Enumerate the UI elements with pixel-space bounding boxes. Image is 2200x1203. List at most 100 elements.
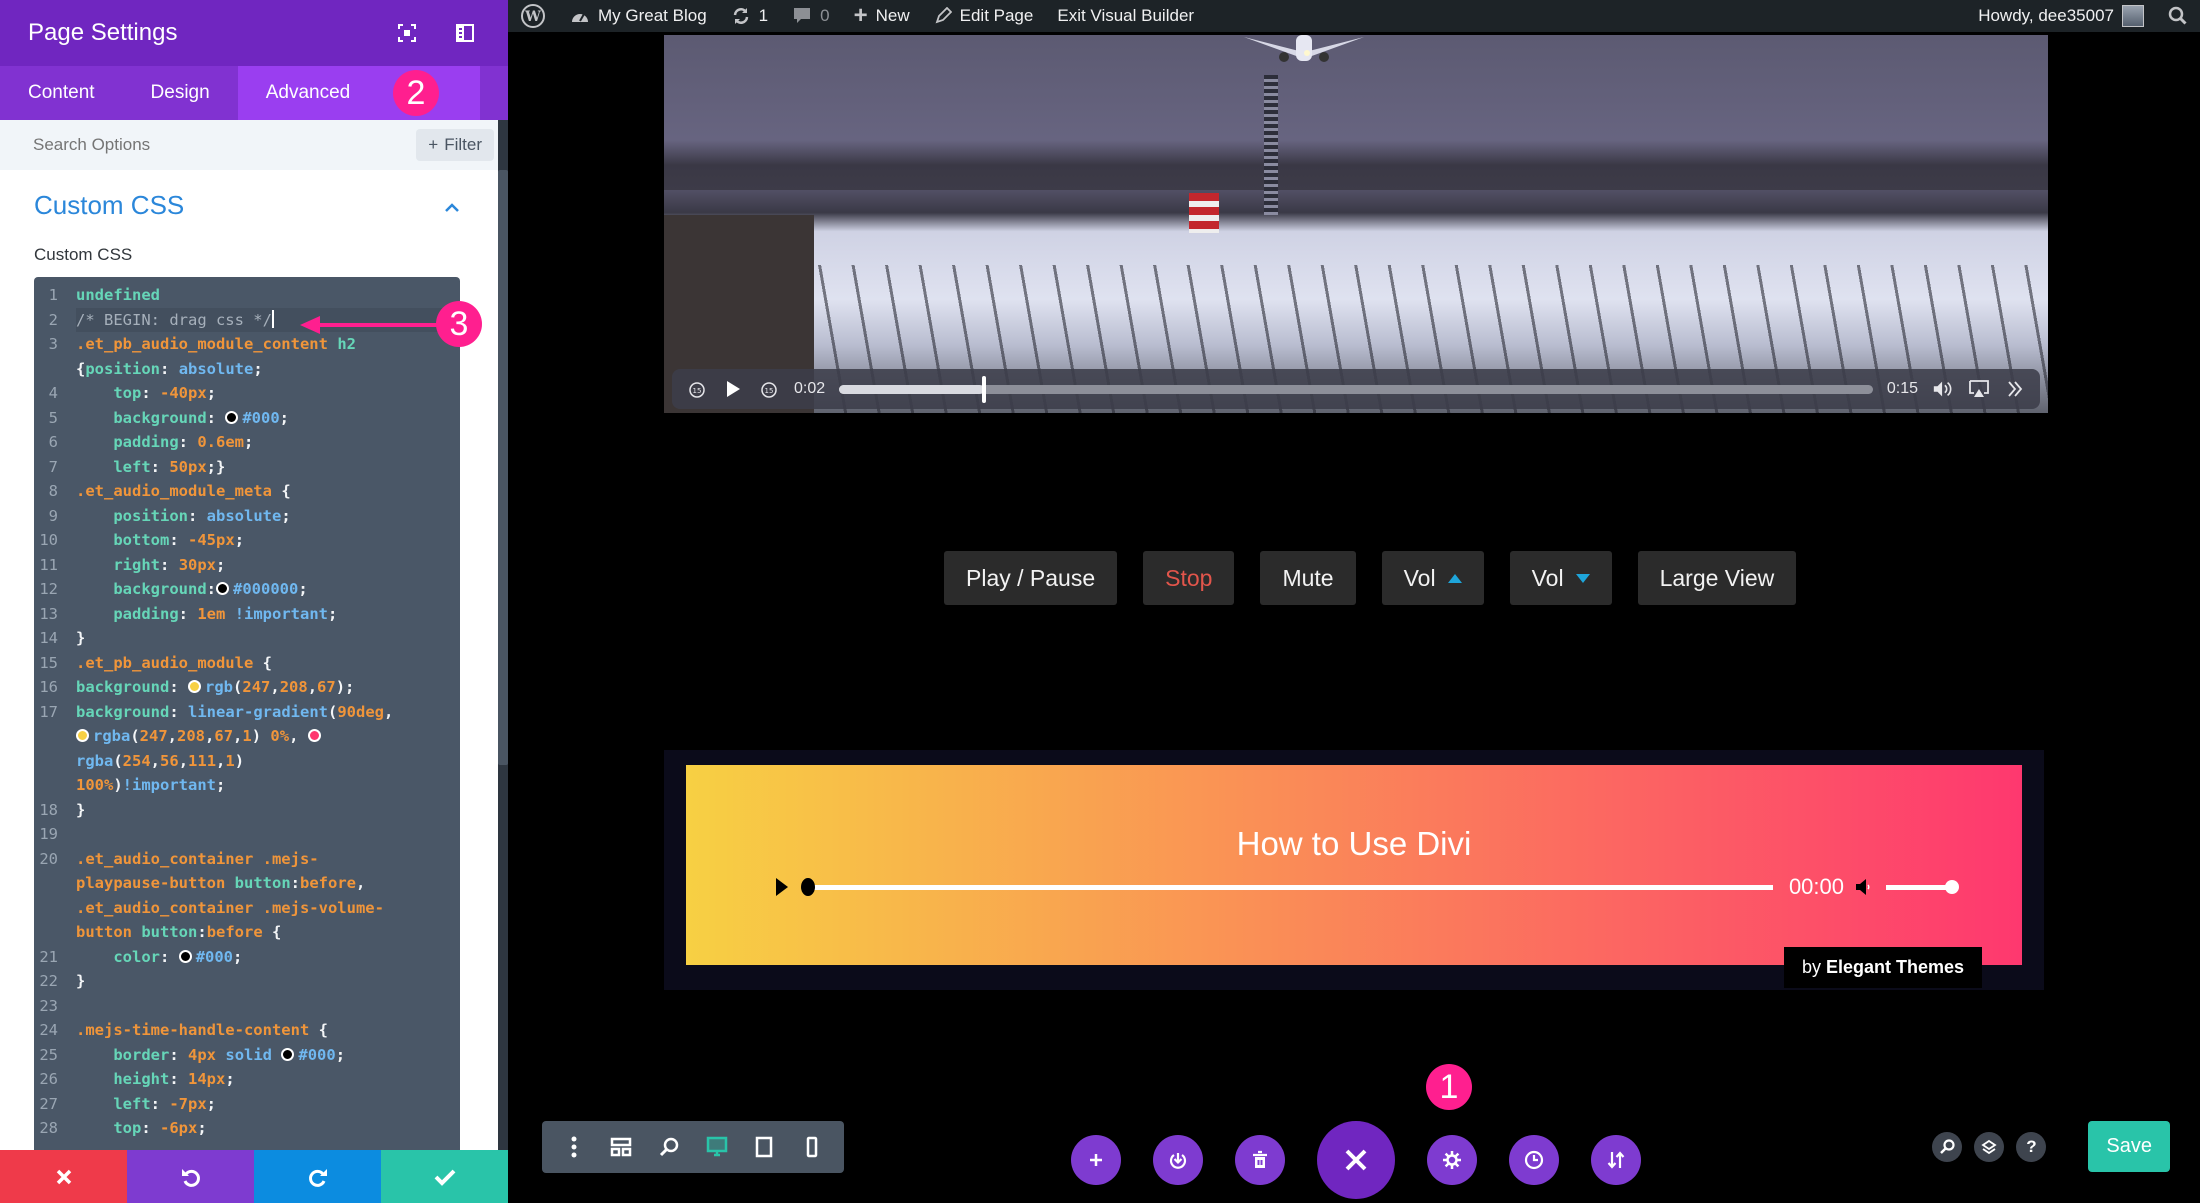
updates-link[interactable]: 1 bbox=[719, 0, 780, 32]
code-line[interactable]: 20 .et_audio_container .mejs- playpause-b… bbox=[34, 847, 460, 945]
code-text[interactable]: bottom: -45px; bbox=[76, 528, 460, 553]
stop-button[interactable]: Stop bbox=[1143, 551, 1235, 605]
code-line[interactable]: 18} bbox=[34, 798, 460, 823]
redo-button[interactable] bbox=[254, 1150, 381, 1203]
wireframe-view-icon[interactable] bbox=[608, 1134, 634, 1160]
code-line[interactable]: 8 .et_audio_module_meta { bbox=[34, 479, 460, 504]
code-text[interactable]: top: -6px; bbox=[76, 1116, 460, 1141]
code-text[interactable]: .et_pb_audio_module { bbox=[76, 651, 460, 676]
code-text[interactable]: padding: 1em !important; bbox=[76, 602, 460, 627]
code-text[interactable]: } bbox=[76, 969, 460, 994]
code-text[interactable] bbox=[76, 994, 460, 1019]
help-icon[interactable]: ? bbox=[2016, 1131, 2047, 1162]
mute-button[interactable]: Mute bbox=[1260, 551, 1356, 605]
play-pause-button[interactable]: Play / Pause bbox=[944, 551, 1118, 605]
tab-advanced[interactable]: Advanced bbox=[237, 66, 481, 120]
video-progress-handle[interactable] bbox=[981, 375, 986, 403]
code-text[interactable]: border: 4px solid #000; bbox=[76, 1043, 460, 1068]
code-line[interactable]: 21 color: #000; bbox=[34, 945, 460, 970]
search-icon[interactable] bbox=[2156, 0, 2200, 32]
play-icon[interactable] bbox=[722, 378, 744, 400]
code-line[interactable]: 26 height: 14px; bbox=[34, 1067, 460, 1092]
code-line[interactable]: 2 /* BEGIN: drag css */ bbox=[34, 307, 460, 332]
discard-button[interactable] bbox=[0, 1150, 127, 1203]
skip-forward-15-icon[interactable]: 15 bbox=[758, 378, 780, 400]
video-progress-slider[interactable] bbox=[839, 375, 1873, 403]
code-line[interactable]: 6 padding: 0.6em; bbox=[34, 430, 460, 455]
portability-button[interactable] bbox=[1153, 1135, 1203, 1185]
add-button[interactable] bbox=[1071, 1135, 1121, 1185]
fullscreen-icon[interactable] bbox=[392, 18, 422, 48]
code-text[interactable]: padding: 0.6em; bbox=[76, 430, 460, 455]
sort-button[interactable] bbox=[1591, 1135, 1641, 1185]
chevron-up-icon[interactable] bbox=[444, 193, 460, 219]
code-line[interactable]: 4 top: -40px; bbox=[34, 381, 460, 406]
code-line[interactable]: 27 left: -7px; bbox=[34, 1092, 460, 1117]
code-text[interactable]: undefined bbox=[76, 283, 460, 308]
edit-page-link[interactable]: Edit Page bbox=[922, 0, 1046, 32]
code-line[interactable]: 13 padding: 1em !important; bbox=[34, 602, 460, 627]
volume-down-button[interactable]: Vol bbox=[1509, 551, 1612, 605]
desktop-view-icon[interactable] bbox=[704, 1134, 730, 1160]
code-text[interactable]: left: -7px; bbox=[76, 1092, 460, 1117]
code-line[interactable]: 19 bbox=[34, 822, 460, 847]
close-settings-button[interactable] bbox=[1317, 1121, 1395, 1199]
audio-volume-handle[interactable] bbox=[1945, 879, 1959, 894]
code-line[interactable]: 28 top: -6px; bbox=[34, 1116, 460, 1141]
code-text[interactable]: height: 14px; bbox=[76, 1067, 460, 1092]
phone-view-icon[interactable] bbox=[799, 1134, 825, 1160]
airplay-icon[interactable] bbox=[1968, 378, 1990, 400]
undo-button[interactable] bbox=[127, 1150, 254, 1203]
more-options-icon[interactable] bbox=[2004, 378, 2026, 400]
code-text[interactable]: } bbox=[76, 626, 460, 651]
find-replace-icon[interactable] bbox=[1932, 1131, 1963, 1162]
code-line[interactable]: 23 bbox=[34, 994, 460, 1019]
zoom-view-icon[interactable] bbox=[656, 1134, 682, 1160]
wordpress-logo-icon[interactable]: W bbox=[508, 0, 558, 32]
comments-link[interactable]: 0 bbox=[780, 0, 841, 32]
tablet-view-icon[interactable] bbox=[751, 1134, 777, 1160]
user-account-menu[interactable]: Howdy, dee35007 bbox=[1966, 0, 2156, 32]
filter-button[interactable]: + Filter bbox=[416, 129, 494, 161]
code-line[interactable]: 5 background: #000; bbox=[34, 406, 460, 431]
skip-back-15-icon[interactable]: 15 bbox=[686, 378, 708, 400]
code-line[interactable]: 10 bottom: -45px; bbox=[34, 528, 460, 553]
css-code-editor[interactable]: 1 undefined 2 /* BEGIN: drag css */ 3 .et_pb_… bbox=[34, 277, 460, 1150]
code-text[interactable]: top: -40px; bbox=[76, 381, 460, 406]
tab-content[interactable]: Content bbox=[0, 66, 123, 120]
code-line[interactable]: 3 .et_pb_audio_module_content h2 {positio… bbox=[34, 332, 460, 381]
tab-design[interactable]: Design bbox=[123, 66, 238, 120]
code-text[interactable]: background: #000000; bbox=[76, 577, 460, 602]
code-text[interactable]: color: #000; bbox=[76, 945, 460, 970]
code-text[interactable]: position: absolute; bbox=[76, 504, 460, 529]
code-line[interactable]: 7 left: 50px;} bbox=[34, 455, 460, 480]
audio-volume-icon[interactable] bbox=[1854, 876, 1876, 898]
large-view-button[interactable]: Large View bbox=[1637, 551, 1797, 605]
code-line[interactable]: 15 .et_pb_audio_module { bbox=[34, 651, 460, 676]
code-text[interactable]: .mejs-time-handle-content { bbox=[76, 1018, 460, 1043]
more-vertical-icon[interactable] bbox=[561, 1134, 587, 1160]
code-text[interactable]: .et_audio_container .mejs- playpause-but… bbox=[76, 847, 460, 945]
code-line[interactable]: 22} bbox=[34, 969, 460, 994]
panel-scrollbar[interactable] bbox=[498, 170, 508, 765]
save-changes-button[interactable] bbox=[381, 1150, 508, 1203]
audio-play-icon[interactable] bbox=[776, 878, 788, 896]
volume-up-button[interactable]: Vol bbox=[1381, 551, 1484, 605]
volume-icon[interactable] bbox=[1932, 378, 1954, 400]
code-text[interactable]: .et_pb_audio_module_content h2 {position… bbox=[76, 332, 460, 381]
save-button[interactable]: Save bbox=[2088, 1121, 2170, 1172]
code-line[interactable]: 17 background: linear-gradient(90deg, rgb… bbox=[34, 700, 460, 798]
code-line[interactable]: 11 right: 30px; bbox=[34, 553, 460, 578]
history-button[interactable] bbox=[1509, 1135, 1559, 1185]
video-player[interactable]: 15 15 0:02 0:15 bbox=[664, 35, 2048, 413]
code-text[interactable]: .et_audio_module_meta { bbox=[76, 479, 460, 504]
page-settings-button[interactable] bbox=[1427, 1135, 1477, 1185]
code-line[interactable]: 25 border: 4px solid #000; bbox=[34, 1043, 460, 1068]
exit-visual-builder-link[interactable]: Exit Visual Builder bbox=[1045, 0, 1206, 32]
code-text[interactable]: /* BEGIN: drag css */ bbox=[76, 307, 460, 332]
code-text[interactable]: right: 30px; bbox=[76, 553, 460, 578]
code-line[interactable]: 14} bbox=[34, 626, 460, 651]
code-text[interactable]: background: linear-gradient(90deg, rgba(… bbox=[76, 700, 460, 798]
code-text[interactable]: background: #000; bbox=[76, 406, 460, 431]
code-line[interactable]: 9 position: absolute; bbox=[34, 504, 460, 529]
